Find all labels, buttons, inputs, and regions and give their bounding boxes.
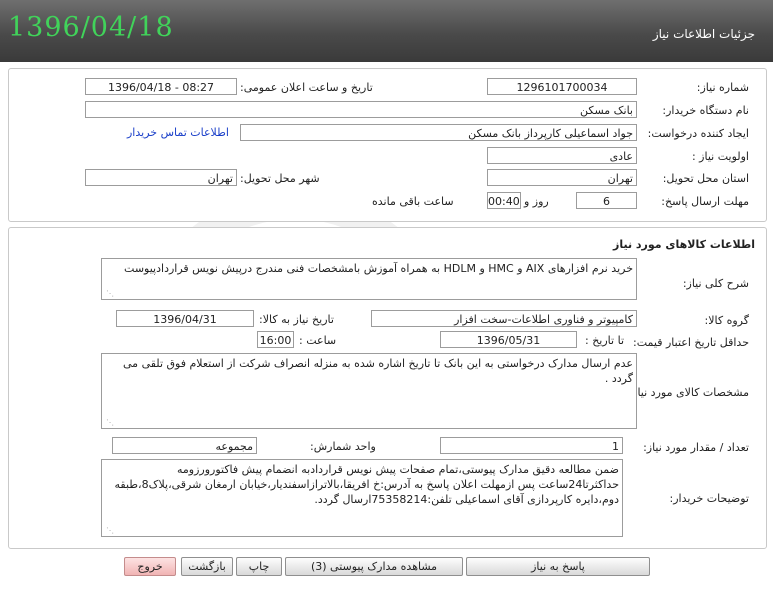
attachments-button[interactable]: مشاهده مدارک پیوستی (3): [285, 557, 463, 576]
priority-label: اولویت نیاز :: [691, 150, 749, 163]
goods-group-field: کامپیوتر و فناوری اطلاعات-سخت افزار: [371, 310, 637, 327]
validity-date-field: 1396/05/31: [440, 331, 577, 348]
resize-grip-icon[interactable]: ⋰: [104, 290, 114, 298]
quantity-label: تعداد / مقدار مورد نیاز:: [643, 441, 749, 454]
date-banner: 1396/04/18: [8, 12, 174, 43]
time-remaining-label: ساعت باقی مانده: [372, 195, 454, 208]
need-date-label: تاریخ نیاز به کالا:: [259, 313, 334, 326]
unit-label: واحد شمارش:: [310, 440, 376, 453]
announce-datetime-field: 1396/04/18 - 08:27: [85, 78, 237, 95]
description-text: خرید نرم افزارهای AIX و HMC و HDLM به هم…: [124, 262, 633, 275]
unit-field: مجموعه: [112, 437, 257, 454]
buyer-notes-textarea: ضمن مطالعه دقیق مدارک پیوستی،تمام صفحات …: [101, 459, 623, 537]
buyer-org-field: بانک مسکن: [85, 101, 637, 118]
price-validity-label: حداقل تاریخ اعتبار قیمت:: [633, 336, 749, 349]
days-field: 6: [576, 192, 637, 209]
priority-field: عادی: [487, 147, 637, 164]
days-label: روز و: [524, 195, 549, 208]
time-remaining-field: 00:40:02: [487, 192, 521, 209]
city-label: شهر محل تحویل:: [240, 172, 320, 185]
creator-field: جواد اسماعیلی کارپرداز بانک مسکن: [240, 124, 637, 141]
province-field: تهران: [487, 169, 637, 186]
buyer-org-label: نام دستگاه خریدار:: [662, 104, 749, 117]
resize-grip-icon[interactable]: ⋰: [104, 527, 114, 535]
description-label: شرح کلی نیاز:: [682, 277, 749, 290]
print-button[interactable]: چاپ: [236, 557, 282, 576]
need-date-field: 1396/04/31: [116, 310, 254, 327]
deadline-label: مهلت ارسال پاسخ:: [661, 195, 749, 208]
page-title: جزئیات اطلاعات نیاز: [652, 27, 755, 41]
province-label: استان محل تحویل:: [662, 172, 749, 185]
validity-time-field: 16:00: [257, 331, 294, 348]
back-button[interactable]: بازگشت: [181, 557, 233, 576]
resize-grip-icon[interactable]: ⋰: [104, 419, 114, 427]
goods-group-label: گروه کالا:: [704, 314, 749, 327]
specs-text: عدم ارسال مدارک درخواستی به این بانک تا …: [123, 357, 633, 385]
city-field: تهران: [85, 169, 237, 186]
buyer-contact-link[interactable]: اطلاعات تماس خریدار: [127, 126, 229, 139]
specs-label: مشخصات کالای مورد نیاز:: [628, 386, 749, 399]
validity-until-label: تا تاریخ :: [585, 334, 624, 347]
buyer-notes-text: ضمن مطالعه دقیق مدارک پیوستی،تمام صفحات …: [114, 463, 619, 506]
need-number-label: شماره نیاز:: [696, 81, 749, 94]
buyer-notes-label: توضیحات خریدار:: [669, 492, 750, 505]
reply-button[interactable]: پاسخ به نیاز: [466, 557, 650, 576]
quantity-field: 1: [440, 437, 623, 454]
creator-label: ایجاد کننده درخواست:: [647, 127, 749, 140]
description-textarea: خرید نرم افزارهای AIX و HMC و HDLM به هم…: [101, 258, 637, 300]
goods-section-title: اطلاعات کالاهای مورد نیاز: [613, 238, 755, 251]
specs-textarea: عدم ارسال مدارک درخواستی به این بانک تا …: [101, 353, 637, 429]
validity-time-label: ساعت :: [299, 334, 337, 347]
need-number-field: 1296101700034: [487, 78, 637, 95]
exit-button[interactable]: خروج: [124, 557, 176, 576]
announce-datetime-label: تاریخ و ساعت اعلان عمومی:: [240, 81, 373, 94]
